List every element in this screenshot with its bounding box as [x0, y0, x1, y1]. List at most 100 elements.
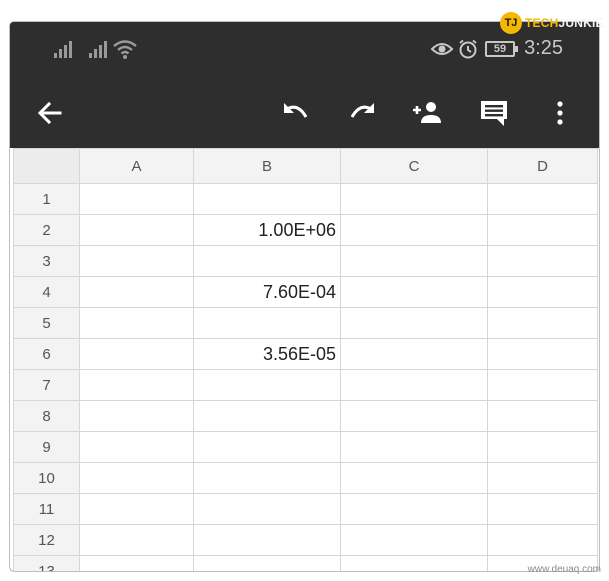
cell-a9[interactable]: [79, 431, 194, 463]
cell-a4[interactable]: [79, 276, 194, 308]
cell-a8[interactable]: [79, 400, 194, 432]
cell-d5[interactable]: [487, 307, 598, 339]
table-row: 1: [13, 183, 598, 215]
table-row: 8: [13, 400, 598, 432]
cell-d7[interactable]: [487, 369, 598, 401]
column-header-c[interactable]: C: [340, 148, 488, 184]
phone-screen: 59 3:25 A B C D 1 2 1.00E+06 3 4 7.60E-0…: [10, 22, 599, 571]
cell-c1[interactable]: [340, 183, 488, 215]
add-person-icon[interactable]: [410, 95, 446, 131]
cell-c10[interactable]: [340, 462, 488, 494]
row-header[interactable]: 1: [13, 183, 80, 215]
column-header-row: A B C D: [13, 148, 598, 184]
cell-b5[interactable]: [193, 307, 341, 339]
cell-b1[interactable]: [193, 183, 341, 215]
source-credit: www.deuaq.com: [527, 564, 601, 575]
row-header[interactable]: 9: [13, 431, 80, 463]
cell-c9[interactable]: [340, 431, 488, 463]
row-header[interactable]: 10: [13, 462, 80, 494]
row-header[interactable]: 12: [13, 524, 80, 556]
table-row: 3: [13, 245, 598, 277]
cell-d10[interactable]: [487, 462, 598, 494]
cell-d11[interactable]: [487, 493, 598, 525]
row-header[interactable]: 13: [13, 555, 80, 571]
battery-level: 59: [493, 43, 507, 55]
table-row: 9: [13, 431, 598, 463]
cell-d1[interactable]: [487, 183, 598, 215]
redo-icon[interactable]: [344, 95, 380, 131]
cell-d8[interactable]: [487, 400, 598, 432]
cell-c3[interactable]: [340, 245, 488, 277]
row-header[interactable]: 2: [13, 214, 80, 246]
row-header[interactable]: 5: [13, 307, 80, 339]
table-row: 12: [13, 524, 598, 556]
more-vert-icon[interactable]: [542, 95, 578, 131]
status-time: 3:25: [524, 37, 563, 59]
cell-b12[interactable]: [193, 524, 341, 556]
cell-a13[interactable]: [79, 555, 194, 571]
back-arrow-icon[interactable]: [32, 95, 68, 131]
cell-d12[interactable]: [487, 524, 598, 556]
cell-c13[interactable]: [340, 555, 488, 571]
cell-a12[interactable]: [79, 524, 194, 556]
cell-a3[interactable]: [79, 245, 194, 277]
cell-b6[interactable]: 3.56E-05: [193, 338, 341, 370]
cell-b8[interactable]: [193, 400, 341, 432]
cell-b3[interactable]: [193, 245, 341, 277]
cell-a7[interactable]: [79, 369, 194, 401]
cell-c11[interactable]: [340, 493, 488, 525]
wordmark-suffix: JUNKIE: [558, 16, 604, 30]
cell-c2[interactable]: [340, 214, 488, 246]
cell-a5[interactable]: [79, 307, 194, 339]
cell-d6[interactable]: [487, 338, 598, 370]
row-header[interactable]: 11: [13, 493, 80, 525]
techjunkie-wordmark: TECHJUNKIE: [525, 16, 604, 30]
column-header-a[interactable]: A: [79, 148, 194, 184]
wordmark-prefix: TECH: [525, 16, 559, 30]
column-header-b[interactable]: B: [193, 148, 341, 184]
signal-icon: [54, 41, 72, 58]
row-header[interactable]: 6: [13, 338, 80, 370]
cell-c12[interactable]: [340, 524, 488, 556]
table-row: 10: [13, 462, 598, 494]
cell-c4[interactable]: [340, 276, 488, 308]
cell-a10[interactable]: [79, 462, 194, 494]
cell-b9[interactable]: [193, 431, 341, 463]
cell-d4[interactable]: [487, 276, 598, 308]
cell-b13[interactable]: [193, 555, 341, 571]
cell-b4[interactable]: 7.60E-04: [193, 276, 341, 308]
cell-b2[interactable]: 1.00E+06: [193, 214, 341, 246]
cell-c6[interactable]: [340, 338, 488, 370]
row-header[interactable]: 4: [13, 276, 80, 308]
techjunkie-watermark: TJ TECHJUNKIE: [500, 12, 604, 34]
cell-a6[interactable]: [79, 338, 194, 370]
cell-d3[interactable]: [487, 245, 598, 277]
cell-b10[interactable]: [193, 462, 341, 494]
spreadsheet-grid[interactable]: A B C D 1 2 1.00E+06 3 4 7.60E-04 5 6 3.56E-05 7 8…: [10, 148, 599, 571]
row-header[interactable]: 8: [13, 400, 80, 432]
cell-d2[interactable]: [487, 214, 598, 246]
table-row: 7: [13, 369, 598, 401]
cell-d9[interactable]: [487, 431, 598, 463]
table-row: 13: [13, 555, 598, 571]
cell-c8[interactable]: [340, 400, 488, 432]
cell-c7[interactable]: [340, 369, 488, 401]
toolbar: [10, 78, 599, 148]
cell-a2[interactable]: [79, 214, 194, 246]
cell-a1[interactable]: [79, 183, 194, 215]
row-header[interactable]: 3: [13, 245, 80, 277]
cell-a11[interactable]: [79, 493, 194, 525]
comment-icon[interactable]: [476, 95, 512, 131]
screenshot-frame: 59 3:25 A B C D 1 2 1.00E+06 3 4 7.60E-0…: [0, 0, 609, 581]
cell-c5[interactable]: [340, 307, 488, 339]
cell-b11[interactable]: [193, 493, 341, 525]
select-all-corner[interactable]: [13, 148, 80, 184]
signal-icon: [89, 41, 107, 58]
column-header-d[interactable]: D: [487, 148, 598, 184]
table-row: 4 7.60E-04: [13, 276, 598, 308]
row-header[interactable]: 7: [13, 369, 80, 401]
undo-icon[interactable]: [278, 95, 314, 131]
cell-b7[interactable]: [193, 369, 341, 401]
table-row: 5: [13, 307, 598, 339]
techjunkie-logo: TJ: [500, 12, 522, 34]
